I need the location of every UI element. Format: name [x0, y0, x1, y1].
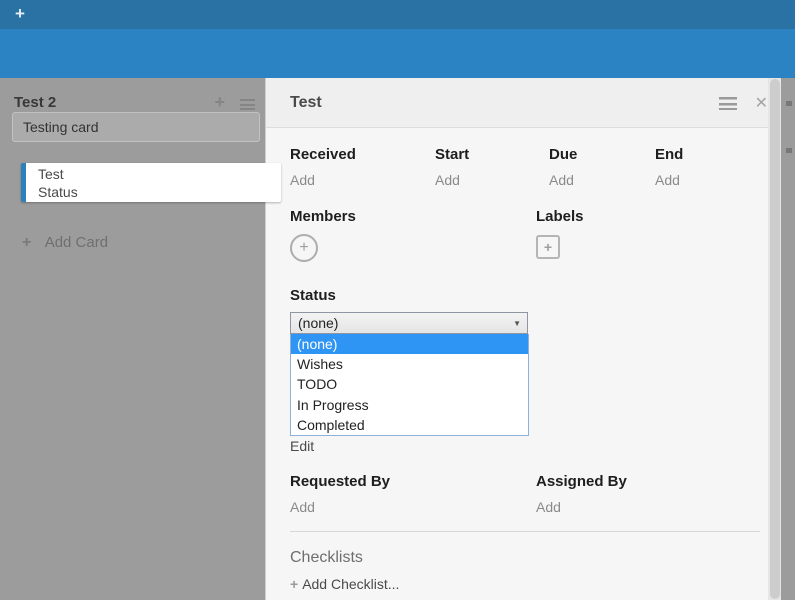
cropped-next-card-edge [786, 148, 792, 153]
panel-scrollbar-track [768, 78, 781, 600]
board-canvas: Test 2 + Testing card Test Status + Add … [0, 78, 795, 600]
panel-scrollbar-thumb[interactable] [770, 79, 780, 599]
end-add-link[interactable]: Add [655, 172, 770, 188]
date-field-received: Received Add [290, 146, 435, 188]
status-dropdown: (none) Wishes TODO In Progress Completed [290, 334, 529, 436]
list-test-2: Test 2 + Testing card Test Status + Add … [0, 78, 263, 600]
date-field-start: Start Add [435, 146, 549, 188]
end-label: End [655, 146, 770, 163]
app-topbar: + [0, 0, 795, 29]
status-option-in-progress[interactable]: In Progress [291, 395, 528, 415]
received-add-link[interactable]: Add [290, 172, 435, 188]
requested-assigned-row: Requested By Add Assigned By Add [290, 473, 770, 515]
members-label: Members [290, 208, 536, 225]
requested-by-label: Requested By [290, 473, 536, 490]
labels-field: Labels + [536, 208, 770, 262]
received-label: Received [290, 146, 435, 163]
add-card-label: Add Card [45, 234, 108, 251]
select-arrow-icon: ▼ [513, 319, 521, 328]
due-add-link[interactable]: Add [549, 172, 655, 188]
requested-by-field: Requested By Add [290, 473, 536, 515]
add-checklist-button[interactable]: +Add Checklist... [290, 576, 770, 592]
assigned-by-label: Assigned By [536, 473, 770, 490]
add-card-plus-icon: + [22, 234, 31, 251]
checklists-title: Checklists [290, 549, 770, 567]
assigned-by-field: Assigned By Add [536, 473, 770, 515]
status-option-none[interactable]: (none) [291, 334, 528, 354]
add-board-icon[interactable]: + [15, 4, 25, 24]
add-checklist-label: Add Checklist... [302, 576, 399, 592]
add-checklist-plus-icon: + [290, 576, 298, 592]
add-label-button[interactable]: + [536, 235, 560, 259]
status-select-value: (none) [298, 315, 338, 331]
list-title: Test 2 [14, 94, 56, 111]
requested-by-add-link[interactable]: Add [290, 499, 536, 515]
card-detail-body: Received Add Start Add Due Add End Add [266, 128, 782, 600]
date-field-due: Due Add [549, 146, 655, 188]
status-edit-link[interactable]: Edit [290, 438, 770, 454]
cropped-next-list-icon [786, 101, 792, 106]
board-header-band [0, 29, 795, 78]
close-icon[interactable]: ✕ [755, 93, 768, 113]
members-labels-row: Members + Labels + [290, 208, 770, 262]
assigned-by-add-link[interactable]: Add [536, 499, 770, 515]
card-menu-icon[interactable] [719, 97, 737, 110]
due-label: Due [549, 146, 655, 163]
card-detail-panel: Test ✕ Received Add Start Add Due Add [265, 78, 782, 600]
add-member-button[interactable]: + [290, 234, 318, 262]
status-option-todo[interactable]: TODO [291, 374, 528, 394]
card-detail-title: Test [290, 94, 322, 112]
add-card-button[interactable]: + Add Card [22, 234, 108, 252]
card-subtitle-line: Status [38, 183, 281, 201]
start-add-link[interactable]: Add [435, 172, 549, 188]
status-label: Status [290, 287, 770, 304]
card-detail-header: Test ✕ [266, 78, 782, 128]
board-right-strip [781, 78, 795, 600]
section-divider [290, 531, 760, 532]
status-select[interactable]: (none) ▼ [290, 312, 528, 334]
start-label: Start [435, 146, 549, 163]
date-field-end: End Add [655, 146, 770, 188]
members-field: Members + [290, 208, 536, 262]
list-menu-icon[interactable] [240, 99, 255, 110]
list-header: Test 2 + [0, 78, 263, 114]
card-title-line: Test [38, 165, 281, 183]
card-testing-card[interactable]: Testing card [12, 112, 260, 142]
status-option-wishes[interactable]: Wishes [291, 354, 528, 374]
list-add-icon[interactable]: + [214, 95, 225, 109]
dates-row: Received Add Start Add Due Add End Add [290, 146, 770, 188]
status-option-completed[interactable]: Completed [291, 415, 528, 435]
labels-label: Labels [536, 208, 770, 225]
card-test-selected[interactable]: Test Status [21, 163, 281, 202]
